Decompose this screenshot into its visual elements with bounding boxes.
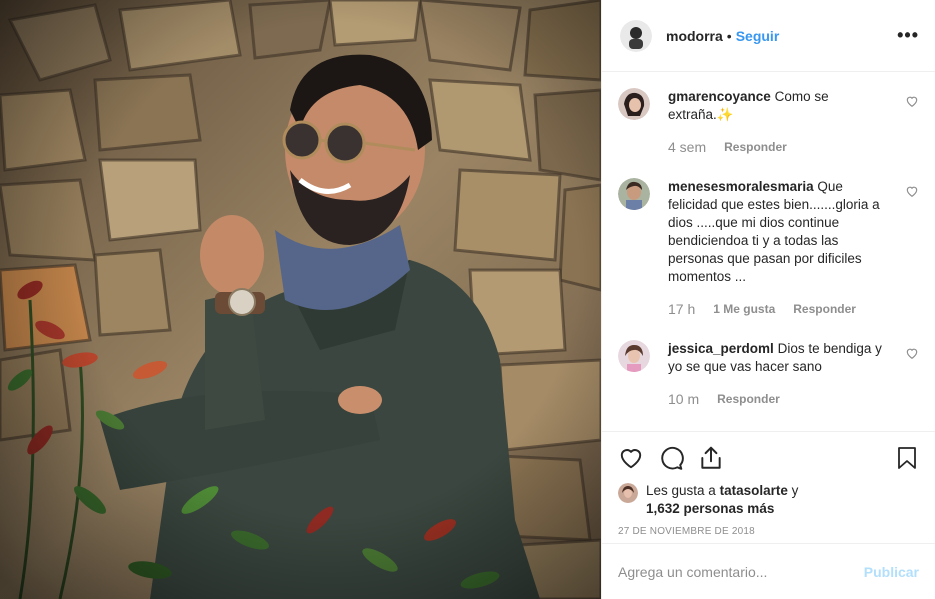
liker-avatar[interactable] xyxy=(618,483,638,503)
comment-input[interactable] xyxy=(618,563,864,580)
post-header: modorra • Seguir ••• xyxy=(602,0,935,72)
comment-text: Que felicidad que estes bien.......glori… xyxy=(668,179,880,284)
comment-like-heart-icon[interactable] xyxy=(905,94,919,108)
heart-icon[interactable] xyxy=(618,445,644,471)
bookmark-icon[interactable] xyxy=(895,445,919,471)
comment-body: menesesmoralesmaria Que felicidad que es… xyxy=(668,178,890,318)
reply-button[interactable]: Responder xyxy=(717,390,780,408)
comment-like-heart-icon[interactable] xyxy=(905,184,919,198)
author-username[interactable]: modorra xyxy=(666,28,723,44)
commenter-avatar[interactable] xyxy=(618,88,650,120)
post-dialog: modorra • Seguir ••• gmarencoyance Como xyxy=(0,0,935,599)
comment-like-heart-icon[interactable] xyxy=(905,346,919,360)
commenter-avatar[interactable] xyxy=(618,340,650,372)
sparkles-emoji: ✨ xyxy=(716,107,734,122)
likes-prefix: Les gusta a xyxy=(646,483,716,498)
reply-button[interactable]: Responder xyxy=(724,138,787,156)
likes-summary: Les gusta a tatasolarte y 1,632 personas… xyxy=(618,482,919,518)
action-icons xyxy=(618,442,919,474)
comment-icon[interactable] xyxy=(658,445,684,471)
comment-time[interactable]: 4 sem xyxy=(668,138,706,156)
publish-button[interactable]: Publicar xyxy=(864,564,919,580)
comment-meta: 10 m Responder xyxy=(668,390,890,408)
post-sidebar: modorra • Seguir ••• gmarencoyance Como xyxy=(601,0,935,599)
more-options-icon[interactable]: ••• xyxy=(897,25,919,46)
likes-and: y xyxy=(791,483,799,498)
add-comment-bar: Publicar xyxy=(602,543,935,599)
comment-body: gmarencoyance Como se extraña.✨ 4 sem Re… xyxy=(668,88,890,156)
photo-illustration xyxy=(0,0,601,599)
liker-username[interactable]: tatasolarte xyxy=(720,483,788,498)
post-actions: Les gusta a tatasolarte y 1,632 personas… xyxy=(602,431,935,543)
share-icon[interactable] xyxy=(698,445,724,471)
reply-button[interactable]: Responder xyxy=(793,300,856,318)
author-avatar[interactable] xyxy=(620,19,652,52)
commenter-avatar[interactable] xyxy=(618,178,650,210)
comment-username[interactable]: menesesmoralesmaria xyxy=(668,179,814,194)
post-date[interactable]: 27 DE NOVIEMBRE DE 2018 xyxy=(618,526,919,537)
comment-body: jessica_perdoml Dios te bendiga y yo se … xyxy=(668,340,890,408)
comment-time[interactable]: 10 m xyxy=(668,390,699,408)
comment-meta: 17 h 1 Me gusta Responder xyxy=(668,300,890,318)
likes-text: Les gusta a tatasolarte y 1,632 personas… xyxy=(646,482,798,518)
comment-item: jessica_perdoml Dios te bendiga y yo se … xyxy=(618,340,919,408)
likes-count[interactable]: 1,632 personas más xyxy=(646,501,774,516)
comment-time[interactable]: 17 h xyxy=(668,300,695,318)
comment-item: gmarencoyance Como se extraña.✨ 4 sem Re… xyxy=(618,88,919,156)
comment-likes-count[interactable]: 1 Me gusta xyxy=(713,300,775,318)
comment-username[interactable]: gmarencoyance xyxy=(668,89,771,104)
comment-username[interactable]: jessica_perdoml xyxy=(668,341,774,356)
comment-item: menesesmoralesmaria Que felicidad que es… xyxy=(618,178,919,318)
follow-button[interactable]: Seguir xyxy=(736,28,780,44)
comment-meta: 4 sem Responder xyxy=(668,138,890,156)
separator-dot: • xyxy=(726,27,732,44)
comments-list[interactable]: gmarencoyance Como se extraña.✨ 4 sem Re… xyxy=(602,72,935,431)
post-photo[interactable] xyxy=(0,0,601,599)
